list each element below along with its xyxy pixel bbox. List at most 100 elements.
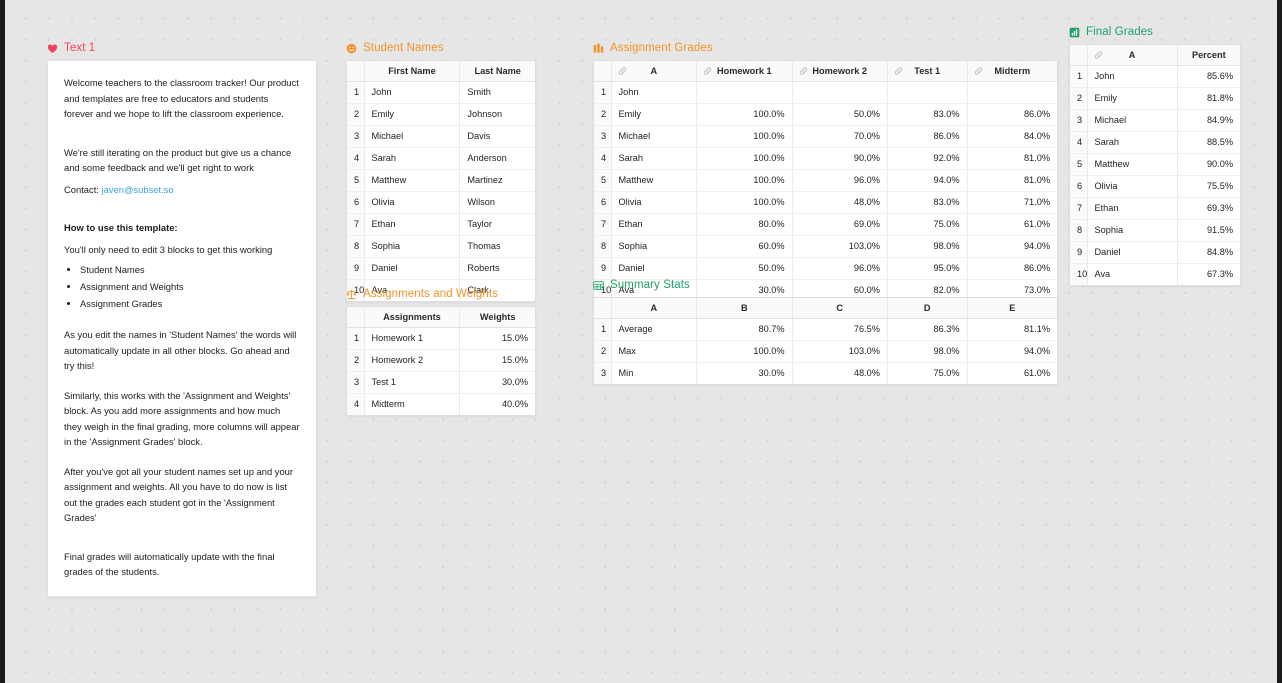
cell-percent[interactable]: 90.0% (1177, 153, 1240, 176)
cell-weight[interactable]: 15.0% (459, 349, 535, 372)
column-header-percent[interactable]: Percent (1177, 45, 1240, 66)
cell-weight[interactable]: 40.0% (460, 393, 535, 415)
grid-corner[interactable] (594, 298, 612, 319)
table-row[interactable]: 1 Homework 1 15.0% (347, 327, 535, 350)
cell-test1[interactable] (887, 81, 968, 104)
table-row[interactable]: 4 Midterm 40.0% (347, 393, 535, 415)
table-row[interactable]: 7 Ethan Taylor (347, 213, 535, 236)
table-row[interactable]: 7 Ethan 69.3% (1070, 197, 1240, 220)
cell-first[interactable]: Matthew (364, 169, 461, 192)
cell-midterm[interactable]: 86.0% (967, 257, 1057, 280)
cell-first[interactable]: Olivia (364, 191, 461, 214)
cell-percent[interactable]: 91.5% (1177, 219, 1240, 242)
cell-percent[interactable]: 69.3% (1177, 197, 1240, 220)
block-summary-stats[interactable]: Summary Stats A B C D E 1 Average 80.7% 76.… (593, 278, 1058, 385)
cell-test1[interactable]: 86.0% (887, 125, 968, 148)
table-row[interactable]: 8 Sophia Thomas (347, 235, 535, 258)
column-header-b[interactable]: B (696, 298, 793, 319)
table-row[interactable]: 8 Sophia 91.5% (1070, 219, 1240, 242)
cell-first[interactable]: Ethan (364, 213, 461, 236)
row-number[interactable]: 3 (594, 125, 612, 148)
grid-corner[interactable] (347, 61, 365, 82)
row-number[interactable]: 2 (594, 340, 612, 363)
cell-last[interactable]: Wilson (459, 191, 535, 214)
cell-name[interactable]: Sophia (1087, 219, 1178, 242)
contact-email-link[interactable]: javen@subset.so (102, 184, 174, 195)
cell-midterm[interactable]: 61.0% (967, 213, 1057, 236)
cell-b[interactable]: 80.7% (696, 318, 793, 341)
column-header-midterm[interactable]: Midterm (967, 61, 1057, 82)
cell-weight[interactable]: 30.0% (459, 371, 535, 394)
row-number[interactable]: 2 (594, 103, 612, 126)
cell-assignment[interactable]: Midterm (364, 393, 461, 415)
block-assignment-grades[interactable]: Assignment Grades A Homework 1 Homework … (593, 41, 1058, 302)
cell-last[interactable]: Smith (459, 81, 535, 104)
row-number[interactable]: 3 (347, 371, 365, 394)
row-number[interactable]: 3 (1070, 109, 1088, 132)
assignments-weights-sheet[interactable]: Assignments Weights 1 Homework 1 15.0% 2 Hom… (346, 306, 536, 416)
table-row[interactable]: 1 John 85.6% (1070, 65, 1240, 88)
row-number[interactable]: 6 (594, 191, 612, 214)
row-number[interactable]: 9 (1070, 241, 1088, 264)
cell-percent[interactable]: 67.3% (1177, 263, 1240, 285)
row-number[interactable]: 5 (594, 169, 612, 192)
table-row[interactable]: 9 Daniel 84.8% (1070, 241, 1240, 264)
cell-name[interactable]: Olivia (1087, 175, 1178, 198)
cell-name[interactable]: Sarah (1087, 131, 1178, 154)
cell-c[interactable]: 103.0% (792, 340, 888, 363)
row-number[interactable]: 7 (347, 213, 365, 236)
row-number[interactable]: 8 (594, 235, 612, 258)
cell-first[interactable]: John (364, 81, 461, 104)
cell-hw1[interactable]: 80.0% (696, 213, 793, 236)
summary-stats-sheet[interactable]: A B C D E 1 Average 80.7% 76.5% 86.3% 81.1% 2 M… (593, 297, 1058, 385)
cell-b[interactable]: 30.0% (696, 362, 793, 384)
cell-last[interactable]: Thomas (459, 235, 535, 258)
block-text-1[interactable]: Text 1 Welcome teachers to the classroom… (47, 41, 317, 597)
row-number[interactable]: 2 (1070, 87, 1088, 110)
cell-test1[interactable]: 94.0% (887, 169, 968, 192)
column-header-last-name[interactable]: Last Name (459, 61, 535, 82)
row-number[interactable]: 7 (1070, 197, 1088, 220)
row-number[interactable]: 7 (594, 213, 612, 236)
cell-c[interactable]: 76.5% (792, 318, 888, 341)
cell-last[interactable]: Johnson (459, 103, 535, 126)
grid-corner[interactable] (1070, 45, 1088, 66)
table-row[interactable]: 1 John Smith (347, 81, 535, 104)
row-number[interactable]: 4 (1070, 131, 1088, 154)
cell-hw2[interactable]: 96.0% (792, 257, 888, 280)
cell-assignment[interactable]: Test 1 (364, 371, 461, 394)
cell-first[interactable]: Sophia (364, 235, 461, 258)
row-number[interactable]: 9 (347, 257, 365, 280)
cell-name[interactable]: Emily (1087, 87, 1178, 110)
row-number[interactable]: 3 (347, 125, 365, 148)
table-row[interactable]: 2 Emily 81.8% (1070, 87, 1240, 110)
cell-hw2[interactable]: 70.0% (792, 125, 888, 148)
board-canvas[interactable]: Text 1 Welcome teachers to the classroom… (5, 0, 1277, 683)
row-number[interactable]: 2 (347, 103, 365, 126)
cell-last[interactable]: Roberts (459, 257, 535, 280)
row-number[interactable]: 1 (1070, 65, 1088, 88)
column-header-test-1[interactable]: Test 1 (887, 61, 968, 82)
cell-hw2[interactable]: 50.0% (792, 103, 888, 126)
row-number[interactable]: 3 (594, 362, 612, 384)
row-number[interactable]: 1 (594, 318, 612, 341)
table-row[interactable]: 4 Sarah 88.5% (1070, 131, 1240, 154)
cell-name[interactable]: Ethan (1087, 197, 1178, 220)
table-row[interactable]: 3 Michael 100.0% 70.0% 86.0% 84.0% (594, 125, 1057, 148)
cell-hw1[interactable]: 60.0% (696, 235, 793, 258)
cell-name[interactable]: John (1087, 65, 1178, 88)
row-number[interactable]: 8 (347, 235, 365, 258)
column-header-first-name[interactable]: First Name (364, 61, 461, 82)
cell-name[interactable]: Daniel (611, 257, 698, 280)
cell-e[interactable]: 61.0% (967, 362, 1057, 384)
cell-name[interactable]: Daniel (1087, 241, 1178, 264)
cell-hw2[interactable]: 90.0% (792, 147, 888, 170)
cell-midterm[interactable]: 84.0% (967, 125, 1057, 148)
cell-name[interactable]: Ava (1087, 263, 1178, 285)
cell-b[interactable]: 100.0% (696, 340, 793, 363)
row-number[interactable]: 1 (347, 327, 365, 350)
table-row[interactable]: 3 Michael 84.9% (1070, 109, 1240, 132)
cell-name[interactable]: Matthew (1087, 153, 1178, 176)
cell-c[interactable]: 48.0% (792, 362, 888, 384)
column-header-c[interactable]: C (792, 298, 888, 319)
